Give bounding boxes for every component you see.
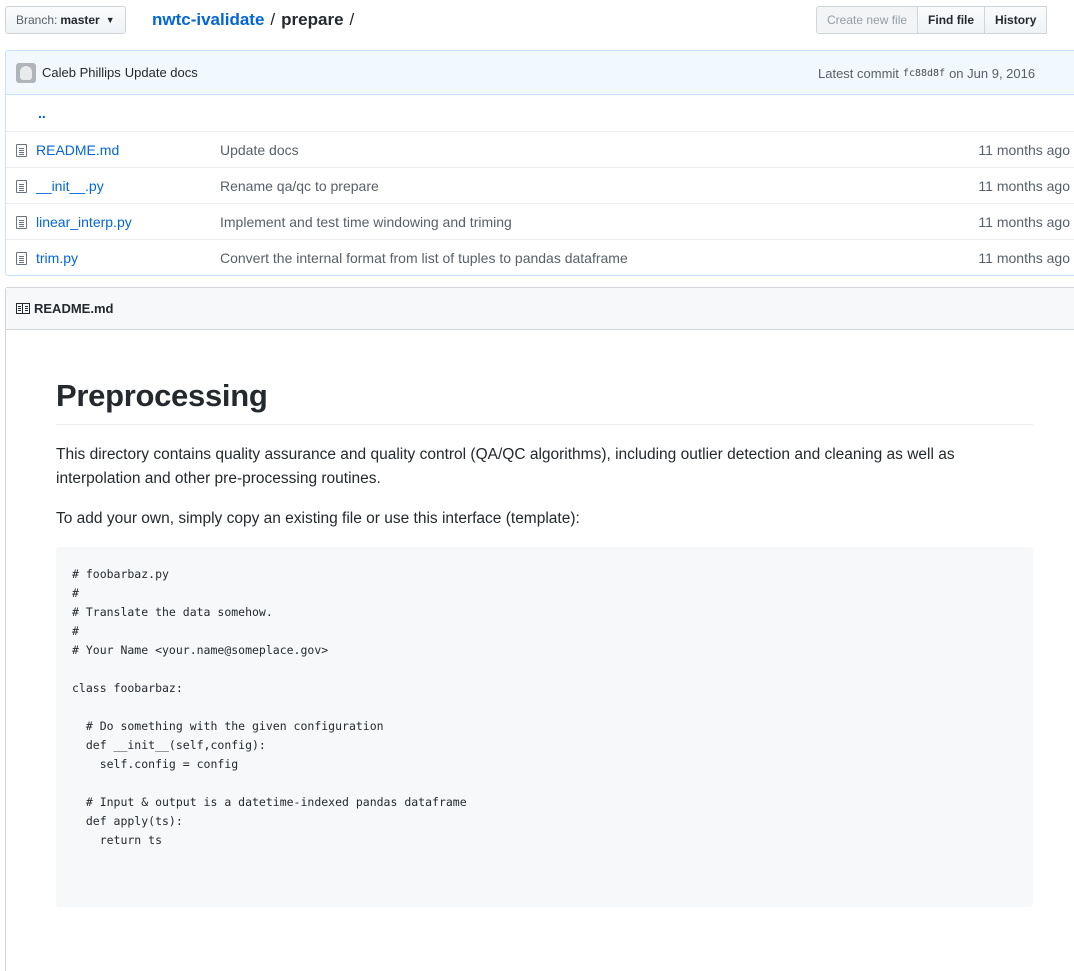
create-new-file-button[interactable]: Create new file xyxy=(816,6,919,34)
file-text-icon xyxy=(16,252,27,265)
file-commit-message-link[interactable]: Rename qa/qc to prepare xyxy=(220,178,379,194)
history-button[interactable]: History xyxy=(984,6,1048,34)
find-file-button[interactable]: Find file xyxy=(917,6,986,34)
file-commit-message-link[interactable]: Implement and test time windowing and tr… xyxy=(220,214,512,230)
file-text-icon xyxy=(16,180,27,193)
readme-title: Preprocessing xyxy=(56,378,1033,425)
parent-dir-link[interactable]: .. xyxy=(6,105,46,121)
file-name-link[interactable]: linear_interp.py xyxy=(36,214,132,230)
readme-paragraph: To add your own, simply copy an existing… xyxy=(56,510,580,527)
file-age: 11 months ago xyxy=(978,141,1070,158)
file-row: __init__.py Rename qa/qc to prepare 11 m… xyxy=(6,167,1074,203)
file-commit-message-link[interactable]: Convert the internal format from list of… xyxy=(220,250,628,266)
code-block: # foobarbaz.py # # Translate the data so… xyxy=(56,547,1033,907)
branch-name: master xyxy=(60,13,100,27)
branch-select-button[interactable]: Branch: master ▼ xyxy=(5,6,126,34)
parent-dir-row[interactable]: .. xyxy=(6,95,1074,131)
commit-author-link[interactable]: Caleb Phillips xyxy=(42,65,121,80)
breadcrumb-separator: / xyxy=(349,10,355,29)
latest-commit-label: Latest commit xyxy=(818,65,899,81)
file-name-link[interactable]: trim.py xyxy=(36,250,78,266)
file-name-link[interactable]: README.md xyxy=(36,142,119,158)
breadcrumb-current-dir: prepare xyxy=(281,10,344,29)
breadcrumb-separator: / xyxy=(270,10,276,29)
branch-label: Branch: xyxy=(16,13,58,27)
file-row: trim.py Convert the internal format from… xyxy=(6,239,1074,275)
file-text-icon xyxy=(16,144,27,157)
file-navigation: Branch: master ▼ nwtc-ivalidate / prepar… xyxy=(0,0,1074,44)
file-age: 11 months ago xyxy=(978,249,1070,266)
caret-down-icon: ▼ xyxy=(105,15,115,25)
readme-paragraph: This directory contains quality assuranc… xyxy=(56,446,955,487)
readme-panel: README.md Preprocessing This directory c… xyxy=(5,287,1074,971)
file-commit-message-link[interactable]: Update docs xyxy=(220,142,299,158)
avatar[interactable] xyxy=(16,62,36,83)
commit-sha-link[interactable]: fc88d8f xyxy=(903,68,945,79)
commit-message-link[interactable]: Update docs xyxy=(125,65,198,80)
commit-date: on Jun 9, 2016 xyxy=(949,65,1036,81)
file-text-icon xyxy=(16,216,27,229)
latest-commit-bar: Caleb Phillips Update docs Latest commit… xyxy=(6,51,1074,95)
book-icon xyxy=(16,303,30,314)
file-row: README.md Update docs 11 months ago xyxy=(6,131,1074,167)
readme-header: README.md xyxy=(6,288,1074,330)
latest-commit-info: Latest commit fc88d8f on Jun 9, 2016 xyxy=(818,51,1035,95)
readme-filename: README.md xyxy=(34,301,114,316)
file-actions-group: Create new file Find file History xyxy=(816,6,1048,34)
file-age: 11 months ago xyxy=(978,177,1070,194)
readme-body: Preprocessing This directory contains qu… xyxy=(56,378,1033,907)
file-name-link[interactable]: __init__.py xyxy=(36,178,104,194)
breadcrumb-repo-link[interactable]: nwtc-ivalidate xyxy=(152,10,264,30)
file-browser: Caleb Phillips Update docs Latest commit… xyxy=(5,50,1074,276)
file-row: linear_interp.py Implement and test time… xyxy=(6,203,1074,239)
file-age: 11 months ago xyxy=(978,213,1070,230)
breadcrumb: nwtc-ivalidate / prepare / xyxy=(152,6,360,34)
